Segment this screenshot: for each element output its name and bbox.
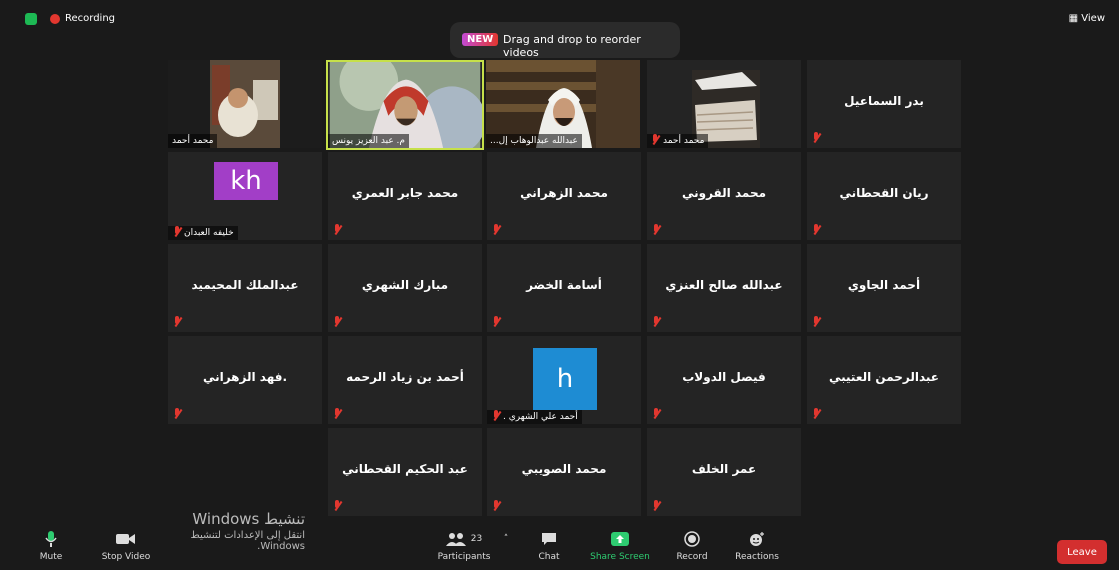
- security-shield-icon[interactable]: [25, 13, 37, 25]
- participant-name: أسامة الخضر: [526, 278, 602, 292]
- muted-mic-icon: [652, 408, 660, 420]
- participant-name: محمد الصويبي: [521, 462, 607, 476]
- grid-icon: ▦: [1068, 13, 1082, 24]
- participant-name: عبدالله صالح العنزي: [665, 278, 783, 292]
- participant-tile[interactable]: ريان القحطاني: [807, 152, 961, 240]
- participant-name: محمد أحمد: [168, 134, 218, 148]
- participant-tile[interactable]: kh خليفه العبدان: [168, 152, 322, 240]
- participant-tile[interactable]: عبد الحكيم القحطاني: [328, 428, 482, 516]
- chevron-up-icon: ˄: [503, 534, 509, 544]
- muted-mic-icon: [492, 224, 500, 236]
- muted-mic-icon: [652, 500, 660, 512]
- reactions-icon: [732, 526, 782, 552]
- participant-tile[interactable]: عمر الخلف: [647, 428, 801, 516]
- muted-mic-icon: [812, 132, 820, 144]
- recording-icon: [50, 14, 60, 24]
- participant-tile[interactable]: أحمد بن زياد الرحمه: [328, 336, 482, 424]
- participant-tile[interactable]: عبدالرحمن العتيبي: [807, 336, 961, 424]
- video-tile-active-speaker[interactable]: م. عبد العزيز يونس: [326, 60, 484, 150]
- avatar: h: [533, 348, 597, 410]
- record-icon: [672, 526, 712, 552]
- muted-mic-icon: [812, 316, 820, 328]
- meeting-toolbar: Mute Stop Video 23 Participants ˄ Chat S…: [0, 526, 1119, 570]
- muted-mic-icon: [812, 224, 820, 236]
- participant-tile[interactable]: محمد جابر العمري: [328, 152, 482, 240]
- chat-icon: [530, 526, 568, 552]
- participant-name: عبدالملك المحيميد: [191, 278, 299, 292]
- participant-name: عبدالرحمن العتيبي: [828, 370, 939, 384]
- muted-mic-icon: [333, 316, 341, 328]
- participant-tile[interactable]: مبارك الشهري: [328, 244, 482, 332]
- participant-name: فيصل الدولاب: [682, 370, 766, 384]
- muted-mic-icon: [652, 224, 660, 236]
- muted-mic-icon: [492, 410, 500, 422]
- participant-name: بدر السماعيل: [844, 94, 924, 108]
- participant-tile[interactable]: عبدالملك المحيميد: [168, 244, 322, 332]
- notification-message: Drag and drop to reorder videos: [503, 33, 641, 59]
- video-camera-icon: [98, 526, 154, 552]
- participant-tile[interactable]: فيصل الدولاب: [647, 336, 801, 424]
- participant-tile[interactable]: h أحمد علي الشهري .: [487, 336, 641, 424]
- muted-mic-icon: [173, 316, 181, 328]
- muted-mic-icon: [652, 316, 660, 328]
- participant-tile[interactable]: بدر السماعيل: [807, 60, 961, 148]
- participant-name: محمد جابر العمري: [351, 186, 459, 200]
- muted-mic-icon: [333, 500, 341, 512]
- participant-name: عبد الحكيم القحطاني: [342, 462, 468, 476]
- recording-label: Recording: [65, 13, 116, 24]
- reorder-notification: NEW Drag and drop to reorder videos: [450, 22, 680, 59]
- participant-name: ريان القحطاني: [839, 186, 929, 200]
- participant-name: محمد الزهراني: [520, 186, 608, 200]
- leave-button[interactable]: Leave: [1057, 540, 1107, 564]
- chat-button[interactable]: Chat: [530, 526, 568, 562]
- participant-tile[interactable]: محمد الزهراني: [487, 152, 641, 240]
- participants-icon: [445, 533, 466, 546]
- view-button[interactable]: ▦ View: [1069, 13, 1105, 24]
- participant-name: عمر الخلف: [691, 462, 757, 476]
- participant-tile[interactable]: أحمد الجاوي: [807, 244, 961, 332]
- participant-name: أحمد الجاوي: [847, 278, 921, 292]
- participants-count: 23: [470, 534, 483, 544]
- video-tile[interactable]: محمد أحمد: [168, 60, 322, 148]
- stop-video-button[interactable]: Stop Video: [98, 526, 154, 562]
- muted-mic-icon: [492, 316, 500, 328]
- participant-tile[interactable]: محمد الصويبي: [487, 428, 641, 516]
- participant-tile[interactable]: محمد القروني: [647, 152, 801, 240]
- muted-mic-icon: [651, 134, 659, 146]
- muted-mic-icon: [812, 408, 820, 420]
- muted-mic-icon: [173, 226, 181, 238]
- participant-name: محمد القروني: [681, 186, 767, 200]
- participant-name: م. عبد العزيز يونس: [328, 134, 409, 148]
- participants-button[interactable]: 23 Participants: [434, 526, 494, 562]
- new-badge: NEW: [462, 33, 499, 46]
- video-tile[interactable]: محمد أحمد: [647, 60, 801, 148]
- reactions-button[interactable]: Reactions: [732, 526, 782, 562]
- muted-mic-icon: [333, 408, 341, 420]
- participant-tile[interactable]: .فهد الزهراني: [168, 336, 322, 424]
- muted-mic-icon: [333, 224, 341, 236]
- share-screen-button[interactable]: Share Screen: [588, 526, 652, 562]
- muted-mic-icon: [492, 500, 500, 512]
- participant-name: .فهد الزهراني: [202, 370, 288, 384]
- avatar: kh: [214, 162, 278, 200]
- mute-button[interactable]: Mute: [30, 526, 72, 562]
- microphone-icon: [30, 526, 72, 552]
- participant-name: مبارك الشهري: [361, 278, 449, 292]
- muted-mic-icon: [173, 408, 181, 420]
- record-button[interactable]: Record: [672, 526, 712, 562]
- participant-name: عبدالله عبدالوهاب إل...: [486, 134, 582, 148]
- participants-options-caret[interactable]: ˄: [500, 526, 512, 552]
- share-screen-icon: [588, 526, 652, 552]
- participant-tile[interactable]: عبدالله صالح العنزي: [647, 244, 801, 332]
- participant-name: أحمد بن زياد الرحمه: [346, 370, 464, 384]
- participant-tile[interactable]: أسامة الخضر: [487, 244, 641, 332]
- video-tile[interactable]: عبدالله عبدالوهاب إل...: [486, 60, 640, 148]
